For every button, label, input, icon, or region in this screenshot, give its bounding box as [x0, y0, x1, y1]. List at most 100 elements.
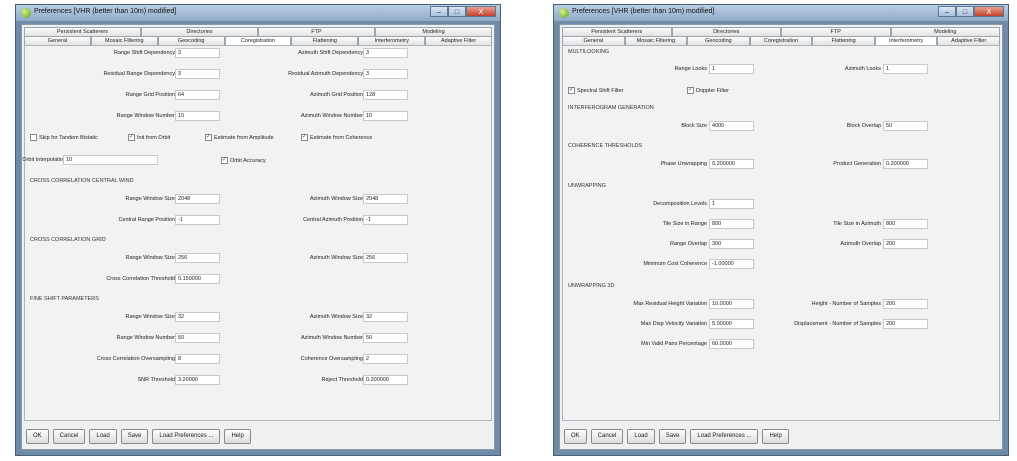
range-looks-input[interactable]: 1 — [709, 64, 754, 74]
tab-general[interactable]: General — [24, 36, 91, 45]
estimate-amplitude-checkbox[interactable]: ✓ Estimate from Amplitude — [205, 134, 274, 141]
coherence-oversampling-input[interactable]: 2 — [363, 354, 408, 364]
help-button[interactable]: Help — [224, 429, 251, 444]
fsp-range-window-size-input[interactable]: 32 — [175, 312, 220, 322]
load-preferences-button[interactable]: Load Preferences ... — [152, 429, 221, 444]
residual-azimuth-dependency-input[interactable]: 3 — [363, 69, 408, 79]
tab-geocoding[interactable]: Geocoding — [687, 36, 750, 45]
max-residual-height-input[interactable]: 10.0000 — [709, 299, 754, 309]
load-button[interactable]: Load — [89, 429, 117, 444]
tab-ftp[interactable]: FTP — [781, 27, 891, 36]
central-range-position-input[interactable]: -1 — [175, 215, 220, 225]
range-shift-dependency-input[interactable]: 3 — [175, 48, 220, 58]
fsp-azimuth-window-size-input[interactable]: 32 — [363, 312, 408, 322]
ccg-azimuth-window-size-input[interactable]: 256 — [363, 253, 408, 263]
checkbox-box[interactable]: ✓ — [128, 134, 135, 141]
product-generation-input[interactable]: 0.200000 — [883, 159, 928, 169]
title-bar[interactable]: Preferences [VHR (better than 10m) modif… — [16, 5, 500, 21]
displacement-samples-input[interactable]: 200 — [883, 319, 928, 329]
tab-persistent-scatterers[interactable]: Persistent Scatterers — [562, 27, 672, 36]
cross-correlation-oversampling-input[interactable]: 8 — [175, 354, 220, 364]
snr-threshold-input[interactable]: 3.20000 — [175, 375, 220, 385]
tab-row-top: Persistent Scatterers Directories FTP Mo… — [24, 27, 492, 36]
tab-directories[interactable]: Directories — [141, 27, 258, 36]
reject-threshold-input[interactable]: 0.200000 — [363, 375, 408, 385]
help-button[interactable]: Help — [762, 429, 789, 444]
azimuth-overlap-input[interactable]: 200 — [883, 239, 928, 249]
tab-adaptive-filter[interactable]: Adaptive Filter — [425, 36, 493, 45]
spectral-shift-filter-label: Spectral Shift Filter — [577, 87, 624, 94]
min-valid-pairs-input[interactable]: 60.0000 — [709, 339, 754, 349]
range-overlap-input[interactable]: 300 — [709, 239, 754, 249]
tab-interferometry[interactable]: Interferometry — [874, 36, 938, 45]
range-window-number-input[interactable]: 10 — [175, 111, 220, 121]
fsp-range-window-number-input[interactable]: 50 — [175, 333, 220, 343]
orbit-interpolation-input[interactable]: 10 — [63, 155, 158, 165]
ccg-range-window-size-input[interactable]: 256 — [175, 253, 220, 263]
ok-button[interactable]: OK — [26, 429, 49, 444]
tile-size-range-input[interactable]: 800 — [709, 219, 754, 229]
block-overlap-input[interactable]: 50 — [883, 121, 928, 131]
doppler-filter-checkbox[interactable]: ✓ Doppler Filter — [687, 87, 729, 94]
max-disp-velocity-input[interactable]: 5.00000 — [709, 319, 754, 329]
title-bar[interactable]: Preferences [VHR (better than 10m) modif… — [554, 5, 1008, 21]
tab-mosaic-filtering[interactable]: Mosaic Filtering — [624, 36, 688, 45]
tab-modeling[interactable]: Modeling — [375, 27, 492, 36]
central-azimuth-position-input[interactable]: -1 — [363, 215, 408, 225]
checkbox-box[interactable]: ✓ — [205, 134, 212, 141]
azimuth-grid-position-input[interactable]: 128 — [363, 90, 408, 100]
ok-button[interactable]: OK — [564, 429, 587, 444]
init-from-orbit-checkbox[interactable]: ✓ Init from Orbit — [128, 134, 170, 141]
decomposition-levels-input[interactable]: 1 — [709, 199, 754, 209]
skip-tandem-checkbox[interactable]: Skip for Tandem Bistatic — [30, 134, 98, 141]
maximize-icon[interactable]: □ — [448, 6, 466, 17]
minimize-icon[interactable]: – — [938, 6, 956, 17]
cancel-button[interactable]: Cancel — [52, 429, 86, 444]
load-preferences-button[interactable]: Load Preferences ... — [690, 429, 759, 444]
cccw-azimuth-window-size-input[interactable]: 2048 — [363, 194, 408, 204]
load-button[interactable]: Load — [627, 429, 655, 444]
tab-mosaic-filtering[interactable]: Mosaic Filtering — [90, 36, 158, 45]
fsp-azimuth-window-number-input[interactable]: 50 — [363, 333, 408, 343]
checkbox-box[interactable]: ✓ — [687, 87, 694, 94]
tab-adaptive-filter[interactable]: Adaptive Filter — [937, 36, 1001, 45]
block-size-input[interactable]: 4000 — [709, 121, 754, 131]
phase-unwrapping-input[interactable]: 0.200000 — [709, 159, 754, 169]
tile-size-azimuth-input[interactable]: 800 — [883, 219, 928, 229]
tab-flattening[interactable]: Flattening — [812, 36, 875, 45]
tab-coregistration[interactable]: Coregistration — [749, 36, 813, 45]
cross-correlation-threshold-input[interactable]: 0.150000 — [175, 274, 220, 284]
tab-persistent-scatterers[interactable]: Persistent Scatterers — [24, 27, 141, 36]
minimum-cost-coherence-input[interactable]: -1.00000 — [709, 259, 754, 269]
tab-interferometry[interactable]: Interferometry — [358, 36, 426, 45]
tab-directories[interactable]: Directories — [671, 27, 781, 36]
tab-coregistration[interactable]: Coregistration — [224, 36, 292, 45]
tab-general[interactable]: General — [562, 36, 625, 45]
close-icon[interactable]: X — [466, 6, 496, 17]
azimuth-shift-dependency-input[interactable]: 3 — [363, 48, 408, 58]
height-samples-input[interactable]: 200 — [883, 299, 928, 309]
checkbox-box[interactable] — [30, 134, 37, 141]
cancel-button[interactable]: Cancel — [590, 429, 624, 444]
azimuth-window-number-input[interactable]: 10 — [363, 111, 408, 121]
range-grid-position-input[interactable]: 64 — [175, 90, 220, 100]
close-icon[interactable]: X — [974, 6, 1004, 17]
checkbox-box[interactable]: ✓ — [568, 87, 575, 94]
minimize-icon[interactable]: – — [430, 6, 448, 17]
checkbox-box[interactable]: ✓ — [221, 157, 228, 164]
central-range-position-label: Central Range Position — [118, 217, 175, 223]
maximize-icon[interactable]: □ — [956, 6, 974, 17]
tab-geocoding[interactable]: Geocoding — [157, 36, 225, 45]
tab-ftp[interactable]: FTP — [258, 27, 375, 36]
tab-flattening[interactable]: Flattening — [291, 36, 359, 45]
tab-modeling[interactable]: Modeling — [890, 27, 1000, 36]
estimate-coherence-checkbox[interactable]: ✓ Estimate from Coherence — [301, 134, 372, 141]
spectral-shift-filter-checkbox[interactable]: ✓ Spectral Shift Filter — [568, 87, 623, 94]
azimuth-looks-input[interactable]: 1 — [883, 64, 928, 74]
orbit-accuracy-checkbox[interactable]: ✓ Orbit Accuracy — [221, 157, 266, 164]
cccw-range-window-size-input[interactable]: 2048 — [175, 194, 220, 204]
save-button[interactable]: Save — [658, 429, 687, 444]
checkbox-box[interactable]: ✓ — [301, 134, 308, 141]
residual-range-dependency-input[interactable]: 3 — [175, 69, 220, 79]
save-button[interactable]: Save — [120, 429, 149, 444]
